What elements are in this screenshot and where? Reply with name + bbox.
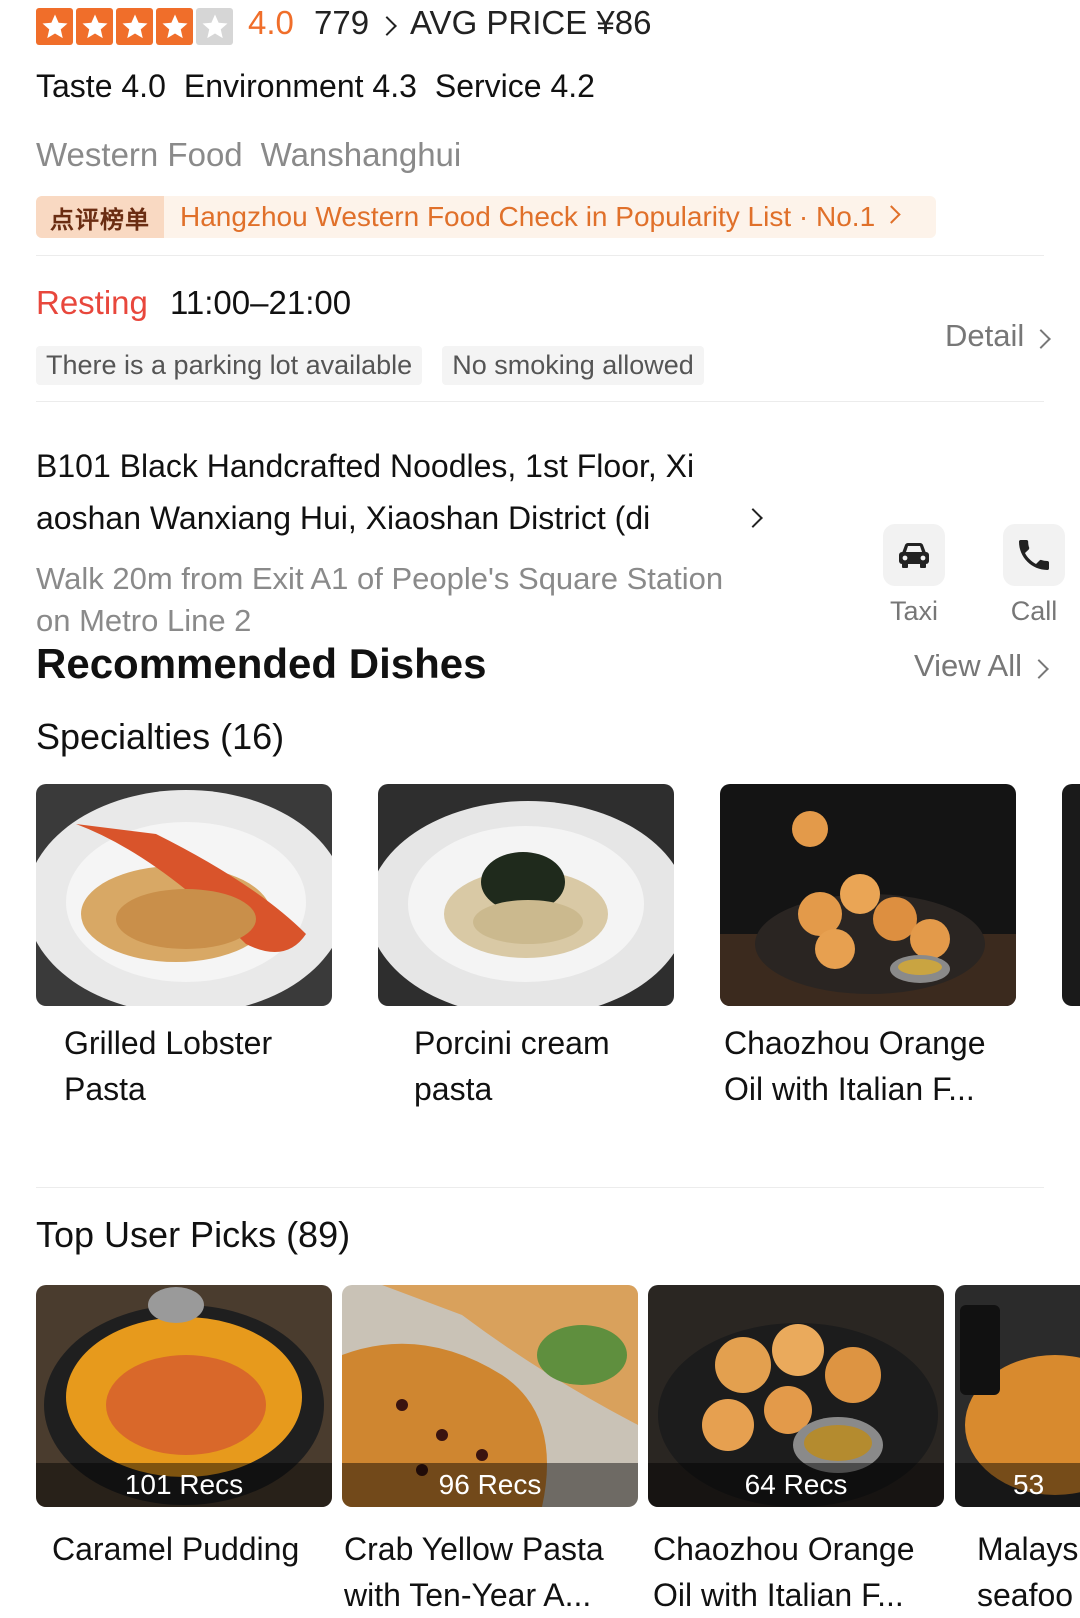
dish-name: Porcini cream pasta	[414, 1020, 684, 1112]
recs-count: 64 Recs	[648, 1463, 944, 1507]
view-all-link[interactable]: View All	[914, 648, 1049, 684]
dish-name-line: Porcini cream	[414, 1025, 610, 1061]
dish-name: Malays seafoo	[977, 1526, 1080, 1618]
taste-score: Taste 4.0	[36, 68, 166, 104]
dish-name-line: Pasta	[64, 1071, 146, 1107]
review-count-link[interactable]: 779	[314, 4, 369, 42]
directions-line: on Metro Line 2	[36, 603, 252, 638]
address[interactable]: B101 Black Handcrafted Noodles, 1st Floo…	[36, 440, 796, 544]
average-price: AVG PRICE ¥86	[410, 4, 652, 41]
divider	[36, 255, 1044, 256]
dish-name-line: Grilled Lobster	[64, 1025, 273, 1061]
category-tags: Western Food Wanshanghui	[36, 136, 461, 174]
view-all-label: View All	[914, 648, 1022, 683]
pick-image-crab-yellow-pasta[interactable]: 96 Recs	[342, 1285, 638, 1507]
dish-name: Chaozhou Orange Oil with Italian F...	[724, 1020, 1024, 1112]
specialties-title: Specialties (16)	[36, 716, 285, 757]
chevron-right-icon[interactable]	[742, 508, 763, 530]
detail-link[interactable]: Detail	[945, 318, 1052, 354]
rating-score: 4.0	[248, 4, 294, 41]
dish-name: Chaozhou Orange Oil with Italian F...	[653, 1526, 953, 1618]
star-icon	[116, 8, 153, 45]
divider	[36, 1187, 1044, 1188]
recs-count: 53	[955, 1463, 1080, 1507]
phone-icon	[1003, 524, 1065, 586]
car-icon	[883, 524, 945, 586]
call-label: Call	[1010, 596, 1058, 626]
ranking-banner[interactable]: 点评榜单 Hangzhou Western Food Check in Popu…	[36, 196, 936, 238]
environment-score: Environment 4.3	[183, 68, 417, 104]
chevron-right-icon	[881, 205, 901, 226]
ranking-badge: 点评榜单	[36, 196, 164, 238]
address-line: B101 Black Handcrafted Noodles, 1st Floo…	[36, 448, 695, 484]
dish-name: Caramel Pudding	[52, 1526, 342, 1572]
dish-image-porcini-cream-pasta[interactable]	[378, 784, 674, 1006]
dish-image-grilled-lobster-pasta[interactable]	[36, 784, 332, 1006]
chevron-right-icon	[376, 16, 397, 38]
call-button[interactable]: Call	[1002, 524, 1066, 627]
star-empty-icon	[196, 8, 233, 45]
chevron-right-icon	[1028, 648, 1049, 684]
dish-name-line: Malays	[977, 1531, 1079, 1567]
dish-name: Crab Yellow Pasta with Ten-Year A...	[344, 1526, 644, 1618]
dish-name-line: Oil with Italian F...	[653, 1577, 904, 1613]
directions: Walk 20m from Exit A1 of People's Square…	[36, 556, 836, 644]
pick-image-chaozhou-orange-oil[interactable]: 64 Recs	[648, 1285, 944, 1507]
directions-line: Walk 20m from Exit A1 of People's Square…	[36, 561, 724, 596]
ranking-text: Hangzhou Western Food Check in Popularit…	[180, 201, 876, 232]
recs-count: 101 Recs	[36, 1463, 332, 1507]
dish-name-line: Crab Yellow Pasta	[344, 1531, 604, 1567]
location-category: Wanshanghui	[260, 136, 462, 173]
taxi-button[interactable]: Taxi	[882, 524, 946, 627]
dish-name-line: seafoo	[977, 1577, 1074, 1613]
top-picks-title: Top User Picks (89)	[36, 1214, 351, 1255]
facility-tags: There is a parking lot available No smok…	[36, 346, 704, 385]
dish-image-chaozhou-orange-oil[interactable]	[720, 784, 1016, 1006]
address-line: aoshan Wanxiang Hui, Xiaoshan District (…	[36, 500, 651, 536]
open-status: Resting	[36, 284, 148, 321]
cuisine-category: Western Food	[36, 136, 243, 173]
star-icon	[76, 8, 113, 45]
facility-tag: There is a parking lot available	[36, 346, 423, 385]
business-hours: 11:00–21:00	[170, 284, 352, 321]
taxi-label: Taxi	[889, 596, 938, 626]
sub-scores: Taste 4.0 Environment 4.3 Service 4.2	[36, 68, 595, 105]
dish-name-line: Chaozhou Orange	[724, 1025, 986, 1061]
dish-name-line: Caramel Pudding	[52, 1531, 300, 1567]
star-icon	[156, 8, 193, 45]
dish-image-partial[interactable]	[1062, 784, 1080, 1006]
recs-count: 96 Recs	[342, 1463, 638, 1507]
detail-label: Detail	[945, 318, 1025, 353]
pick-image-caramel-pudding[interactable]: 101 Recs	[36, 1285, 332, 1507]
facility-tag: No smoking allowed	[442, 346, 704, 385]
dish-name-line: Oil with Italian F...	[724, 1071, 975, 1107]
divider	[36, 401, 1044, 402]
dish-name-line: with Ten-Year A...	[344, 1577, 592, 1613]
chevron-right-icon	[1030, 318, 1052, 354]
star-rating	[36, 8, 233, 45]
dish-name: Grilled Lobster Pasta	[64, 1020, 334, 1112]
star-icon	[36, 8, 73, 45]
dish-name-line: pasta	[414, 1071, 493, 1107]
section-title: Recommended Dishes	[36, 640, 487, 687]
dish-name-line: Chaozhou Orange	[653, 1531, 915, 1567]
pick-image-malaysian-seafood[interactable]: 53	[955, 1285, 1080, 1507]
service-score: Service 4.2	[434, 68, 595, 104]
